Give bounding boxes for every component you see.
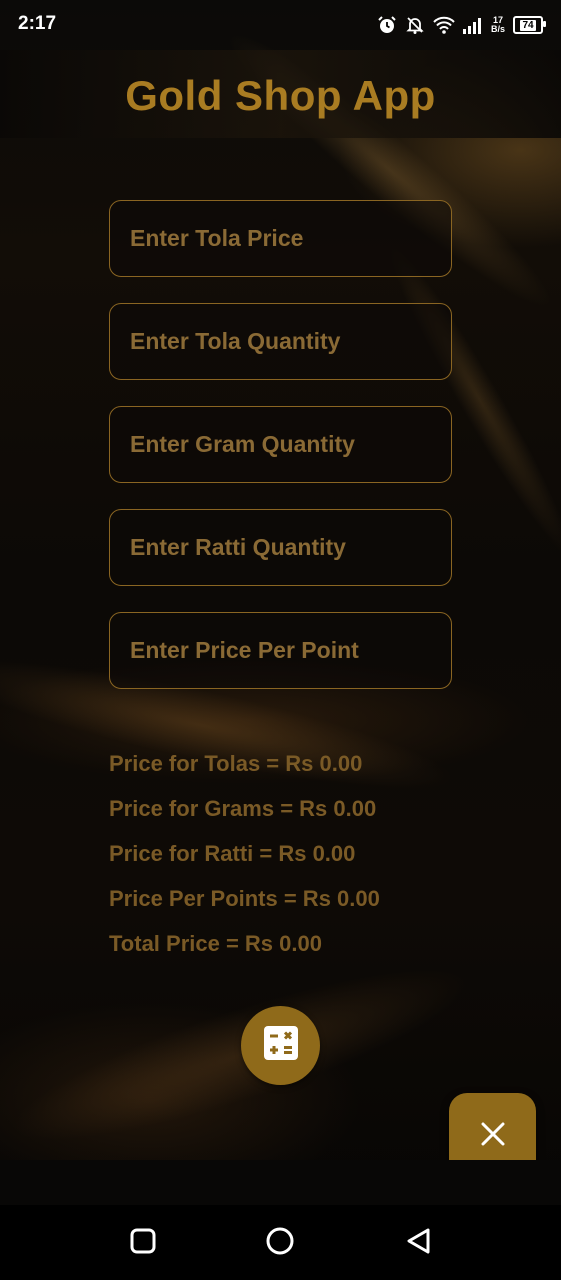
battery-icon: 74 [513,16,546,34]
notifications-off-icon [405,15,425,35]
price-for-grams-text: Price for Grams = Rs 0.00 [109,796,377,821]
close-icon [480,1121,506,1152]
gram-quantity-input[interactable] [110,407,451,482]
home-circle-icon [265,1226,295,1261]
status-bar: 2:17 17 B/s 74 [0,0,561,50]
recents-square-icon [130,1228,156,1259]
alarm-icon [377,15,397,35]
status-time: 2:17 [18,13,57,34]
tola-price-input[interactable] [110,201,451,276]
price-for-ratti-text: Price for Ratti = Rs 0.00 [109,841,356,866]
ratti-quantity-input[interactable] [110,510,451,585]
page-title: Gold Shop App [125,72,436,119]
network-speed-unit: B/s [490,24,505,34]
bottom-strip [0,1160,561,1205]
recents-button[interactable] [127,1227,159,1259]
tola-quantity-field[interactable] [109,303,452,380]
network-speed: 17 B/s [491,16,505,34]
gram-quantity-field[interactable] [109,406,452,483]
tola-quantity-input[interactable] [110,304,451,379]
home-button[interactable] [264,1227,296,1259]
price-per-points-text: Price Per Points = Rs 0.00 [109,886,380,911]
calculate-button[interactable] [241,1006,320,1085]
back-button[interactable] [402,1227,434,1259]
back-triangle-icon [404,1227,432,1260]
signal-icon [462,16,483,34]
ratti-quantity-field[interactable] [109,509,452,586]
price-per-point-field[interactable] [109,612,452,689]
price-for-tolas-text: Price for Tolas = Rs 0.00 [109,751,363,776]
app-bar: Gold Shop App [0,50,561,138]
tola-price-field[interactable] [109,200,452,277]
status-icons: 17 B/s 74 [377,13,546,37]
background-light-streak [0,938,483,1172]
system-navigation-bar [0,1205,561,1280]
app-screen: 2:17 17 B/s 74 Gold Shop App Enter Tola … [0,0,561,1280]
total-price-text: Total Price = Rs 0.00 [109,931,322,956]
calculator-icon [262,1024,300,1067]
wifi-icon [433,15,455,35]
price-per-point-input[interactable] [110,613,451,688]
battery-level: 74 [520,19,536,31]
